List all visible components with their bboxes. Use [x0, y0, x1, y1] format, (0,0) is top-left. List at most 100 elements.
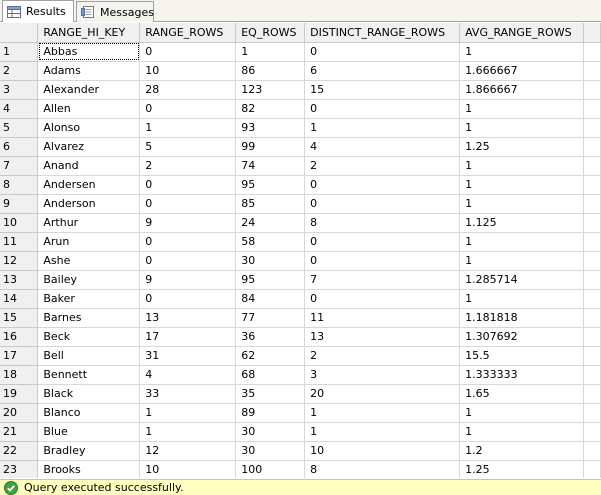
column-header[interactable]: DISTINCT_RANGE_ROWS	[304, 23, 461, 43]
grid-cell[interactable]: Alonso	[37, 118, 141, 138]
grid-cell[interactable]: 0	[139, 99, 237, 119]
row-number[interactable]: 16	[0, 327, 39, 347]
grid-cell[interactable]: 1	[459, 422, 585, 442]
results-grid[interactable]: RANGE_HI_KEY RANGE_ROWS EQ_ROWS DISTINCT…	[0, 23, 601, 478]
grid-cell[interactable]: 11	[304, 308, 461, 328]
table-row[interactable]: 4 Allen 0 82 0 1	[0, 99, 601, 119]
grid-cell[interactable]: 3	[304, 365, 461, 385]
row-number-header[interactable]	[0, 23, 39, 43]
grid-cell[interactable]: 5	[139, 137, 237, 157]
grid-cell[interactable]: 100	[235, 460, 306, 478]
grid-cell[interactable]: 84	[235, 289, 306, 309]
grid-cell[interactable]: 12	[139, 441, 237, 461]
table-row[interactable]: 16 Beck 17 36 13 1.307692	[0, 327, 601, 347]
grid-cell[interactable]: 15.5	[459, 346, 585, 366]
row-number[interactable]: 22	[0, 441, 39, 461]
table-row[interactable]: 22 Bradley 12 30 10 1.2	[0, 441, 601, 461]
grid-cell[interactable]: 99	[235, 137, 306, 157]
grid-cell[interactable]: 10	[139, 61, 237, 81]
row-number[interactable]: 15	[0, 308, 39, 328]
row-number[interactable]: 2	[0, 61, 39, 81]
row-number[interactable]: 10	[0, 213, 39, 233]
grid-cell[interactable]: 89	[235, 403, 306, 423]
grid-cell[interactable]: 85	[235, 194, 306, 214]
grid-cell[interactable]: 13	[139, 308, 237, 328]
grid-cell[interactable]: Blue	[37, 422, 141, 442]
table-row[interactable]: 13 Bailey 9 95 7 1.285714	[0, 270, 601, 290]
grid-cell[interactable]: 86	[235, 61, 306, 81]
grid-cell[interactable]: 30	[235, 441, 306, 461]
row-number[interactable]: 12	[0, 251, 39, 271]
grid-cell[interactable]: Bailey	[37, 270, 141, 290]
grid-cell[interactable]: 4	[304, 137, 461, 157]
grid-cell[interactable]: 1	[459, 42, 585, 62]
grid-cell[interactable]: 77	[235, 308, 306, 328]
grid-cell[interactable]: 1	[139, 422, 237, 442]
table-row[interactable]: 21 Blue 1 30 1 1	[0, 422, 601, 442]
grid-cell[interactable]: 1	[459, 251, 585, 271]
table-row[interactable]: 2 Adams 10 86 6 1.666667	[0, 61, 601, 81]
table-row[interactable]: 8 Andersen 0 95 0 1	[0, 175, 601, 195]
table-row[interactable]: 18 Bennett 4 68 3 1.333333	[0, 365, 601, 385]
grid-cell[interactable]: 0	[139, 251, 237, 271]
row-number[interactable]: 11	[0, 232, 39, 252]
grid-cell[interactable]: 0	[304, 194, 461, 214]
table-row[interactable]: 14 Baker 0 84 0 1	[0, 289, 601, 309]
grid-cell[interactable]: 82	[235, 99, 306, 119]
table-row[interactable]: 12 Ashe 0 30 0 1	[0, 251, 601, 271]
table-row[interactable]: 11 Arun 0 58 0 1	[0, 232, 601, 252]
column-header[interactable]: RANGE_ROWS	[139, 23, 237, 43]
table-row[interactable]: 19 Black 33 35 20 1.65	[0, 384, 601, 404]
grid-cell[interactable]: 1	[459, 156, 585, 176]
grid-cell[interactable]: Arun	[37, 232, 141, 252]
row-number[interactable]: 5	[0, 118, 39, 138]
grid-cell[interactable]: 10	[304, 441, 461, 461]
grid-cell[interactable]: 1	[459, 175, 585, 195]
grid-cell[interactable]: Beck	[37, 327, 141, 347]
grid-cell[interactable]: 1	[459, 118, 585, 138]
grid-cell[interactable]: 9	[139, 270, 237, 290]
grid-cell[interactable]: 0	[304, 289, 461, 309]
grid-cell[interactable]: 1	[304, 118, 461, 138]
grid-cell[interactable]: 74	[235, 156, 306, 176]
row-number[interactable]: 20	[0, 403, 39, 423]
row-number[interactable]: 8	[0, 175, 39, 195]
grid-cell[interactable]: 93	[235, 118, 306, 138]
grid-cell[interactable]: 0	[139, 175, 237, 195]
row-number[interactable]: 13	[0, 270, 39, 290]
grid-cell[interactable]: 68	[235, 365, 306, 385]
grid-cell[interactable]: 1	[139, 118, 237, 138]
tab-results[interactable]: Results	[2, 0, 74, 22]
grid-cell[interactable]: 0	[304, 99, 461, 119]
grid-cell[interactable]: Anderson	[37, 194, 141, 214]
table-row[interactable]: 23 Brooks 10 100 8 1.25	[0, 460, 601, 478]
grid-cell[interactable]: 8	[304, 460, 461, 478]
table-row[interactable]: 9 Anderson 0 85 0 1	[0, 194, 601, 214]
grid-cell[interactable]: Bell	[37, 346, 141, 366]
grid-cell[interactable]: 1	[139, 403, 237, 423]
table-row[interactable]: 10 Arthur 9 24 8 1.125	[0, 213, 601, 233]
grid-cell[interactable]: 4	[139, 365, 237, 385]
column-header[interactable]: AVG_RANGE_ROWS	[459, 23, 585, 43]
grid-cell[interactable]: 2	[304, 156, 461, 176]
grid-cell[interactable]: 1.333333	[459, 365, 585, 385]
grid-cell[interactable]: 1.181818	[459, 308, 585, 328]
grid-cell[interactable]: 1.2	[459, 441, 585, 461]
grid-cell[interactable]: 28	[139, 80, 237, 100]
grid-cell[interactable]: 1.65	[459, 384, 585, 404]
grid-cell[interactable]: 1	[459, 194, 585, 214]
grid-cell[interactable]: 30	[235, 422, 306, 442]
grid-cell[interactable]: 1	[304, 403, 461, 423]
row-number[interactable]: 21	[0, 422, 39, 442]
grid-cell[interactable]: Brooks	[37, 460, 141, 478]
row-number[interactable]: 18	[0, 365, 39, 385]
grid-cell[interactable]: Andersen	[37, 175, 141, 195]
table-row[interactable]: 20 Blanco 1 89 1 1	[0, 403, 601, 423]
grid-cell[interactable]: 1.285714	[459, 270, 585, 290]
grid-cell[interactable]: 1	[459, 403, 585, 423]
table-row[interactable]: 5 Alonso 1 93 1 1	[0, 118, 601, 138]
column-header[interactable]: EQ_ROWS	[235, 23, 306, 43]
grid-cell[interactable]: 1.666667	[459, 61, 585, 81]
row-number[interactable]: 4	[0, 99, 39, 119]
grid-cell[interactable]: Abbas	[37, 42, 141, 62]
